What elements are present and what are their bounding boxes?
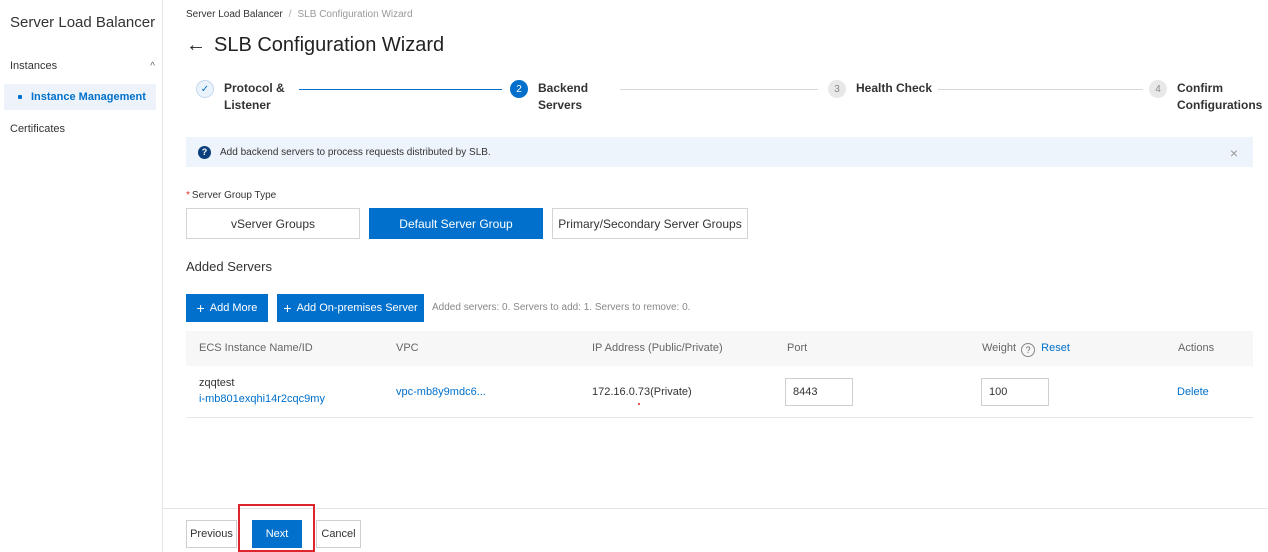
step-label: Protocol & Listener — [224, 80, 285, 114]
close-icon[interactable]: × — [1230, 145, 1238, 161]
step-protocol-listener: ✓ Protocol & Listener — [196, 80, 285, 114]
cancel-button[interactable]: Cancel — [316, 520, 361, 548]
back-arrow-icon[interactable]: ← — [186, 34, 206, 57]
step-label-line1: Confirm — [1177, 81, 1223, 95]
step-connector-1 — [299, 89, 502, 90]
step-label: Backend Servers — [538, 80, 588, 114]
step-connector-2 — [620, 89, 818, 90]
step-label-line2: Listener — [224, 98, 271, 112]
step-number: 3 — [828, 80, 846, 98]
delete-link[interactable]: Delete — [1177, 386, 1209, 398]
col-actions: Actions — [1178, 342, 1215, 354]
step-confirm-configurations: 4 Confirm Configurations — [1149, 80, 1262, 114]
col-weight-label: Weight — [982, 342, 1017, 354]
table-row: zqqtest i-mb801exqhi14r2cqc9my vpc-mb8y9… — [186, 366, 1253, 418]
bullet-icon — [18, 95, 22, 99]
col-ip: IP Address (Public/Private) — [592, 342, 723, 354]
breadcrumb: Server Load Balancer / SLB Configuration… — [186, 9, 413, 20]
footer-divider — [163, 508, 1268, 509]
step-label-line2: Servers — [538, 98, 583, 112]
page-title: SLB Configuration Wizard — [214, 34, 445, 56]
port-input[interactable] — [785, 378, 853, 406]
sidebar: Server Load Balancer Instances ^ Instanc… — [0, 0, 163, 552]
table-header: ECS Instance Name/ID VPC IP Address (Pub… — [186, 331, 1253, 366]
chevron-up-icon: ^ — [150, 60, 155, 72]
step-health-check: 3 Health Check — [828, 80, 932, 98]
sidebar-item-label: Instance Management — [31, 91, 146, 103]
added-servers-summary: Added servers: 0. Servers to add: 1. Ser… — [432, 302, 691, 313]
info-banner: ? Add backend servers to process request… — [186, 137, 1253, 167]
next-button[interactable]: Next — [252, 520, 302, 548]
col-weight: Weight ? Reset — [982, 342, 1070, 357]
sidebar-group-label: Instances — [10, 60, 58, 72]
step-number: 2 — [510, 80, 528, 98]
instance-name: zqqtest — [199, 377, 235, 389]
button-label: Add More — [209, 302, 258, 314]
step-label: Confirm Configurations — [1177, 80, 1262, 114]
weight-input[interactable] — [981, 378, 1049, 406]
step-connector-3 — [938, 89, 1143, 90]
col-instance: ECS Instance Name/ID — [199, 342, 313, 354]
step-label-line1: Health Check — [856, 81, 933, 95]
field-label-text: Server Group Type — [191, 190, 277, 201]
previous-button[interactable]: Previous — [186, 520, 237, 548]
banner-text: Add backend servers to process requests … — [220, 146, 491, 158]
main-content: Server Load Balancer / SLB Configuration… — [163, 0, 1268, 552]
step-label-line1: Protocol & — [224, 81, 285, 95]
ip-address: 172.16.0.73(Private) — [592, 386, 692, 398]
col-vpc: VPC — [396, 342, 419, 354]
help-icon[interactable]: ? — [1021, 343, 1036, 357]
sidebar-item-certificates[interactable]: Certificates — [10, 123, 65, 135]
default-server-group-option[interactable]: Default Server Group — [369, 208, 543, 239]
step-label: Health Check — [856, 80, 932, 97]
required-mark: * — [186, 190, 190, 201]
primary-secondary-groups-option[interactable]: Primary/Secondary Server Groups — [552, 208, 748, 239]
add-onprem-server-button[interactable]: + Add On-premises Server — [277, 294, 424, 322]
vpc-link[interactable]: vpc-mb8y9mdc6... — [396, 386, 486, 398]
breadcrumb-root[interactable]: Server Load Balancer — [186, 9, 283, 20]
instance-id-link[interactable]: i-mb801exqhi14r2cqc9my — [199, 393, 325, 405]
breadcrumb-current: SLB Configuration Wizard — [297, 9, 413, 20]
plus-icon: + — [196, 300, 205, 316]
page-header: ← SLB Configuration Wizard — [186, 34, 444, 57]
button-label: Add On-premises Server — [296, 302, 418, 314]
step-label-line2: Configurations — [1177, 98, 1263, 112]
red-dot-mark — [638, 403, 640, 405]
step-backend-servers: 2 Backend Servers — [510, 80, 588, 114]
step-label-line1: Backend — [538, 81, 589, 95]
server-group-type-label: * Server Group Type — [186, 190, 276, 201]
added-servers-title: Added Servers — [186, 259, 272, 274]
plus-icon: + — [283, 300, 292, 316]
question-icon: ? — [198, 145, 211, 159]
sidebar-item-instance-management[interactable]: Instance Management — [4, 84, 156, 110]
reset-link[interactable]: Reset — [1041, 342, 1070, 354]
breadcrumb-separator: / — [288, 9, 292, 20]
step-number: 4 — [1149, 80, 1167, 98]
add-more-button[interactable]: + Add More — [186, 294, 268, 322]
col-port: Port — [787, 342, 808, 354]
sidebar-title: Server Load Balancer — [10, 14, 156, 31]
check-icon: ✓ — [196, 80, 214, 98]
sidebar-group-instances[interactable]: Instances ^ — [10, 57, 155, 75]
vserver-groups-option[interactable]: vServer Groups — [186, 208, 360, 239]
